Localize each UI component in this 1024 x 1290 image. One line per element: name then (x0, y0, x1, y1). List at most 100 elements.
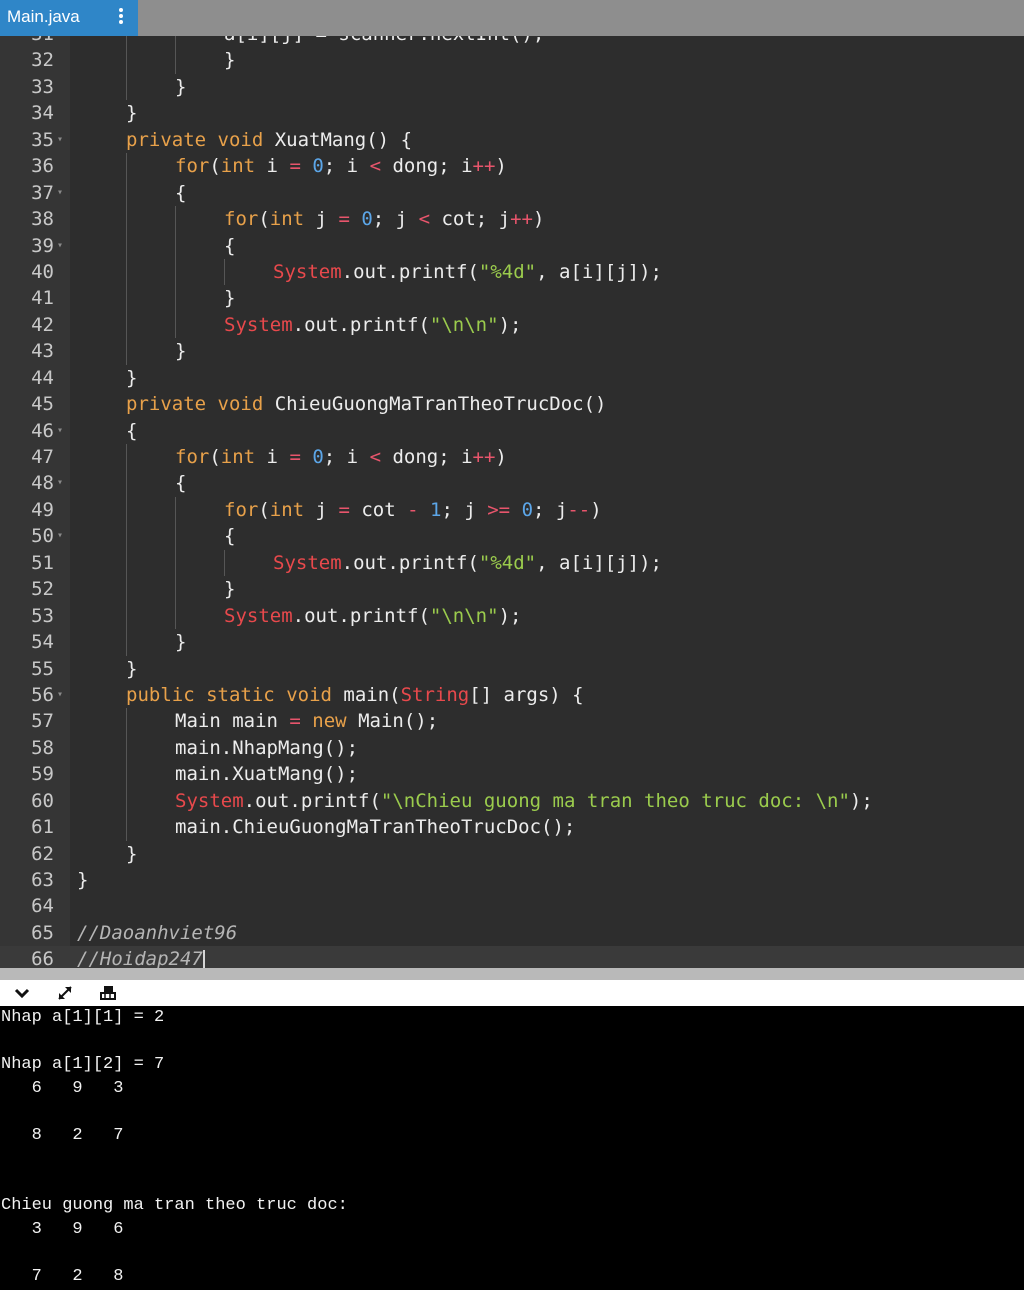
code-line[interactable]: 64 (0, 893, 1024, 919)
code-line[interactable]: 52} (0, 576, 1024, 603)
code-line[interactable]: 66 //Hoidap247 (0, 946, 1024, 968)
code-token: private (126, 393, 207, 416)
code-token: = (289, 155, 301, 178)
kebab-menu-icon[interactable] (117, 6, 125, 28)
tab-bar: Main.java (0, 0, 1024, 36)
code-line[interactable]: 48 ▾ { (0, 470, 1024, 497)
code-line[interactable]: 32} (0, 47, 1024, 74)
code-line[interactable]: 36 for(int i = 0; i < dong; i++) (0, 153, 1024, 180)
code-token: cot; j (430, 208, 511, 231)
code-token: ++ (472, 446, 496, 468)
code-line[interactable]: 54} (0, 629, 1024, 656)
indent-guide (126, 47, 127, 74)
code-line[interactable]: 63} (0, 867, 1024, 893)
fold-toggle-icon[interactable]: ▾ (57, 127, 63, 153)
line-number: 35 (31, 128, 54, 151)
code-token: { (224, 234, 236, 257)
code-line[interactable]: 38 for(int j = 0; j < cot; j++) (0, 206, 1024, 233)
code-line[interactable]: 46 ▾ { (0, 418, 1024, 444)
code-token: dong; i (381, 446, 473, 468)
code-token: } (224, 49, 236, 72)
code-token: a[i][j] = scanner.nextInt(); (224, 36, 544, 45)
code-token: } (77, 869, 89, 891)
code-token: ++ (472, 155, 496, 178)
code-line[interactable]: 57 Main main = new Main(); (0, 708, 1024, 735)
file-tab-main-java[interactable]: Main.java (0, 0, 138, 36)
console-output-panel[interactable]: Nhap a[1][1] = 2 Nhap a[1][2] = 7 6 9 3 … (0, 1006, 1024, 1290)
code-editor[interactable]: 31a[i][j] = scanner.nextInt();32}33}34}3… (0, 36, 1024, 968)
code-line[interactable]: 33} (0, 73, 1024, 101)
code-line[interactable]: 40 System.out.printf("%4d", a[i][j]); (0, 258, 1024, 286)
code-line[interactable]: 35 ▾ private void XuatMang() { (0, 127, 1024, 153)
console-output: Nhap a[1][1] = 2 Nhap a[1][2] = 7 6 9 3 … (1, 1008, 348, 1286)
code-line[interactable]: 59 main.XuatMang(); (0, 761, 1024, 788)
code-text: System.out.printf("\n\n"); (224, 603, 521, 629)
code-line[interactable]: 39 ▾ { (0, 232, 1024, 259)
code-line[interactable]: 37 ▾ { (0, 179, 1024, 207)
line-number: 46 (31, 419, 54, 442)
code-token: "\nChieu guong ma tran theo truc doc: \n… (380, 789, 850, 812)
indent-guide (175, 47, 176, 74)
code-line[interactable]: 60 System.out.printf("\nChieu guong ma tr… (0, 787, 1024, 815)
code-token: ) (532, 208, 545, 231)
panel-splitter[interactable] (0, 968, 1024, 980)
fold-toggle-icon[interactable]: ▾ (57, 233, 63, 259)
code-line[interactable]: 51 System.out.printf("%4d", a[i][j]); (0, 549, 1024, 577)
fold-toggle-icon[interactable]: ▾ (57, 470, 63, 496)
code-line[interactable]: 65 //Daoanhviet96 (0, 920, 1024, 946)
indent-guide (126, 549, 127, 577)
code-line[interactable]: 45 private void ChieuGuongMaTranTheoTrucD… (0, 391, 1024, 417)
fold-toggle-icon[interactable]: ▾ (57, 418, 63, 444)
code-token: ); (498, 313, 522, 336)
chevron-down-icon[interactable] (12, 983, 32, 1003)
code-line[interactable]: 34} (0, 100, 1024, 126)
code-token: < (369, 446, 382, 468)
code-line[interactable]: 50 ▾ { (0, 523, 1024, 550)
code-line[interactable]: 53 System.out.printf("\n\n"); (0, 602, 1024, 630)
code-line[interactable]: 31 a[i][j] = scanner.nextInt(); (0, 36, 1024, 48)
code-text: main.XuatMang(); (175, 761, 358, 787)
code-line[interactable]: 47 for(int i = 0; i < dong; i++) (0, 444, 1024, 471)
code-token: i (255, 155, 290, 178)
code-line[interactable]: 56 ▾ public static void main(String[] args… (0, 682, 1024, 708)
code-line[interactable]: 43} (0, 338, 1024, 365)
code-line[interactable]: 62} (0, 841, 1024, 867)
text-cursor (202, 949, 205, 968)
code-line[interactable]: 41} (0, 285, 1024, 312)
indent-guide (126, 734, 127, 762)
code-token: void (217, 128, 264, 151)
line-number: 54 (31, 631, 54, 654)
code-token: "%4d" (478, 551, 537, 574)
code-text: { (224, 523, 235, 549)
code-token: System (224, 604, 293, 627)
code-token: } (224, 578, 236, 601)
fold-toggle-icon[interactable]: ▾ (57, 523, 63, 549)
clear-console-icon[interactable] (98, 983, 118, 1003)
code-token: .out.printf( (341, 260, 479, 283)
expand-arrows-icon[interactable] (55, 983, 75, 1003)
code-line[interactable]: 42 System.out.printf("\n\n"); (0, 311, 1024, 339)
code-token: >= (487, 498, 511, 521)
code-token: .out.printf( (243, 789, 381, 812)
code-token: ( (209, 155, 221, 178)
code-token: < (369, 155, 382, 178)
code-token: = (338, 208, 350, 231)
code-text: System.out.printf("\n\n"); (224, 312, 521, 338)
code-token: = (338, 498, 350, 521)
code-token: } (126, 842, 138, 865)
code-token: int (220, 155, 256, 178)
fold-toggle-icon[interactable]: ▾ (57, 180, 63, 206)
code-line[interactable]: 61 main.ChieuGuongMaTranTheoTrucDoc(); (0, 814, 1024, 841)
code-line[interactable]: 55} (0, 656, 1024, 682)
code-line[interactable]: 49 for(int j = cot - 1; j >= 0; j--) (0, 496, 1024, 524)
code-token: } (126, 657, 138, 680)
code-text: { (175, 470, 186, 496)
code-text: System.out.printf("\nChieu guong ma tran… (175, 788, 873, 814)
fold-toggle-icon[interactable]: ▾ (57, 682, 63, 708)
code-text: } (126, 100, 137, 126)
code-line[interactable]: 44} (0, 365, 1024, 391)
code-line[interactable]: 58 main.NhapMang(); (0, 734, 1024, 762)
